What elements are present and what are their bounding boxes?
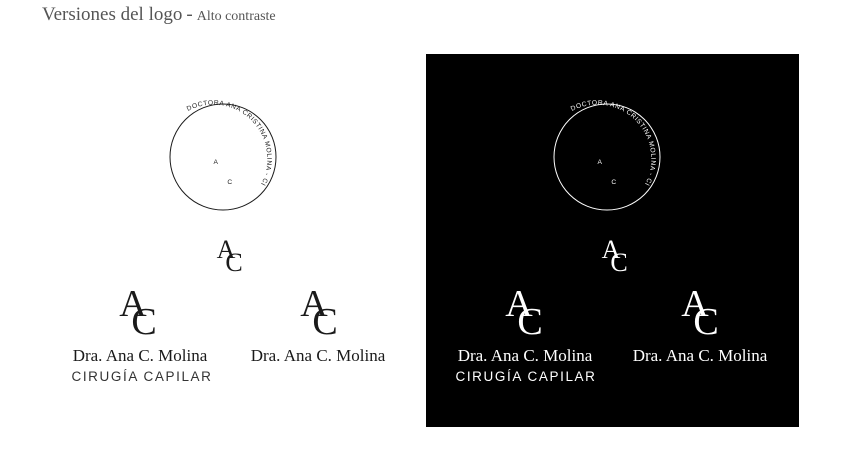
logo-monogram-name-light: A C — [300, 283, 337, 343]
seal-ring — [169, 103, 277, 211]
logo-monogram-full-light: A C — [119, 283, 156, 343]
monogram-c: C — [693, 301, 718, 343]
monogram-c: C — [312, 301, 337, 343]
monogram-c: C — [610, 248, 627, 277]
logo-tagline-text: CIRUGÍA CAPILAR — [455, 369, 597, 384]
seal-arc-textpath: DOCTORA ANA CRISTINA MOLINA - CIRUGÍA CA… — [155, 85, 272, 187]
monogram-a: A — [214, 159, 219, 166]
logo-panel-light: DOCTORA ANA CRISTINA MOLINA - CIRUGÍA CA… — [0, 0, 420, 474]
logo-seal-dark: DOCTORA ANA CRISTINA MOLINA - CIRUGÍA CA… — [539, 85, 661, 211]
logo-tagline-text: CIRUGÍA CAPILAR — [71, 369, 213, 384]
logo-name-text: Dra. Ana C. Molina — [72, 346, 208, 365]
monogram-c: C — [227, 179, 232, 186]
logo-seal-light: DOCTORA ANA CRISTINA MOLINA - CIRUGÍA CA… — [155, 85, 277, 211]
monogram-a: A — [598, 159, 603, 166]
logo-name-text: Dra. Ana C. Molina — [457, 346, 593, 365]
seal-monogram: A C — [598, 159, 617, 186]
logo-monogram-name-dark: A C — [681, 283, 718, 343]
logo-name-text: Dra. Ana C. Molina — [632, 346, 768, 365]
logo-monogram-small-dark: A C — [602, 235, 628, 277]
logo-monogram-small-light: A C — [217, 235, 243, 277]
monogram-c: C — [225, 248, 242, 277]
seal-monogram: A C — [214, 159, 233, 186]
logo-panel-dark: DOCTORA ANA CRISTINA MOLINA - CIRUGÍA CA… — [426, 54, 799, 427]
logo-monogram-full-dark: A C — [505, 283, 542, 343]
seal-ring — [553, 103, 661, 211]
seal-arc-text: DOCTORA ANA CRISTINA MOLINA - CIRUGÍA CA… — [539, 85, 656, 187]
seal-arc-textpath: DOCTORA ANA CRISTINA MOLINA - CIRUGÍA CA… — [539, 85, 656, 187]
logo-name-text: Dra. Ana C. Molina — [250, 346, 386, 365]
monogram-c: C — [131, 301, 156, 343]
monogram-c: C — [611, 179, 616, 186]
seal-arc-text: DOCTORA ANA CRISTINA MOLINA - CIRUGÍA CA… — [155, 85, 272, 187]
monogram-c: C — [517, 301, 542, 343]
